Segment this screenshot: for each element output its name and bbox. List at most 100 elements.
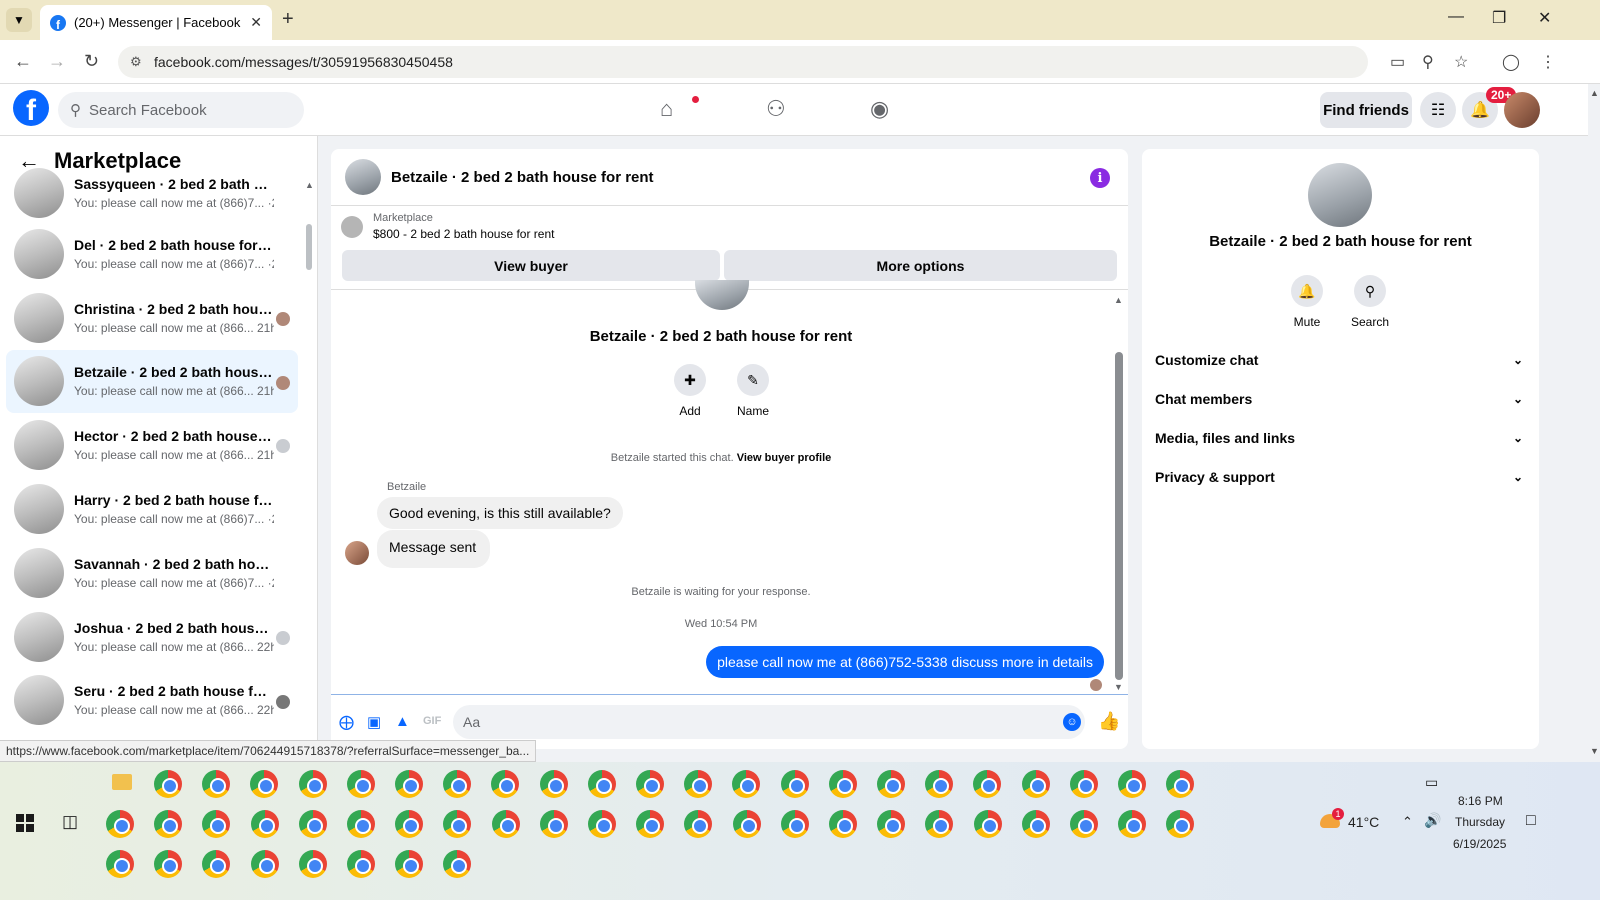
chrome-window-icon[interactable] xyxy=(298,810,327,838)
conversation-item[interactable]: Del · 2 bed 2 bath house for rent You: pl… xyxy=(6,222,298,286)
chrome-window-icon[interactable] xyxy=(346,770,375,798)
chrome-window-icon[interactable] xyxy=(636,770,664,798)
chat-title[interactable]: Betzaile · 2 bed 2 bath house for rent xyxy=(391,169,654,186)
chrome-window-icon[interactable] xyxy=(395,850,424,878)
chrome-window-icon[interactable] xyxy=(154,770,182,798)
chrome-window-icon[interactable] xyxy=(491,810,520,838)
incoming-message-bubble[interactable]: Good evening, is this still available? xyxy=(377,497,623,529)
chrome-window-icon[interactable] xyxy=(491,770,520,798)
chrome-window-icon[interactable] xyxy=(684,810,713,838)
thread-scrollbar[interactable] xyxy=(1115,352,1123,680)
name-chat-button[interactable]: ✎ Name xyxy=(723,364,783,418)
page-scroll-down-icon[interactable]: ▼ xyxy=(1590,746,1599,756)
forward-icon[interactable]: → xyxy=(48,51,66,72)
media-files-links-row[interactable]: Media, files and links ⌄ xyxy=(1155,423,1531,453)
facebook-search-input[interactable]: ⚲ Search Facebook xyxy=(58,92,304,128)
chrome-window-icon[interactable] xyxy=(1021,810,1050,838)
find-friends-button[interactable]: Find friends xyxy=(1320,92,1412,128)
chrome-window-icon[interactable] xyxy=(347,810,375,838)
message-input[interactable]: Aa xyxy=(453,705,1085,739)
conversation-item[interactable]: Joshua · 2 bed 2 bath house f... You: ple… xyxy=(6,605,298,669)
chrome-window-icon[interactable] xyxy=(250,770,279,798)
install-app-icon[interactable]: ▭ xyxy=(1390,52,1405,72)
groups-icon[interactable]: ◉ xyxy=(870,96,889,122)
add-people-button[interactable]: ✚ Add xyxy=(660,364,720,418)
menu-grid-icon[interactable]: ☷ xyxy=(1420,92,1456,128)
chrome-window-icon[interactable] xyxy=(1021,770,1050,798)
more-options-button[interactable]: More options xyxy=(724,250,1117,281)
new-tab-icon[interactable]: + xyxy=(282,8,294,31)
plus-circle-icon[interactable]: ⨁ xyxy=(339,713,354,731)
chrome-window-icon[interactable] xyxy=(202,810,231,838)
chrome-window-icon[interactable] xyxy=(636,810,665,838)
site-settings-icon[interactable]: ⚙ xyxy=(130,54,142,70)
chrome-window-icon[interactable] xyxy=(973,810,1002,838)
close-tab-icon[interactable]: ✕ xyxy=(250,14,262,31)
tab-search-button[interactable]: ▼ xyxy=(6,8,32,32)
conversation-item[interactable]: Christina · 2 bed 2 bath house... You: pl… xyxy=(6,286,298,350)
view-buyer-profile-link[interactable]: View buyer profile xyxy=(737,452,832,464)
chat-avatar[interactable] xyxy=(345,159,381,195)
view-buyer-button[interactable]: View buyer xyxy=(342,250,720,281)
sticker-icon[interactable]: ▲ xyxy=(395,713,410,730)
search-in-chat-button[interactable]: ⚲ Search xyxy=(1340,275,1400,329)
reload-icon[interactable]: ↻ xyxy=(84,51,99,72)
chrome-window-icon[interactable] xyxy=(828,770,857,798)
chrome-window-icon[interactable] xyxy=(780,770,809,798)
conversation-info-icon[interactable]: i xyxy=(1090,168,1110,188)
chrome-window-icon[interactable] xyxy=(877,770,905,798)
chrome-window-icon[interactable] xyxy=(829,810,857,838)
outgoing-message-bubble[interactable]: please call now me at (866)752-5338 disc… xyxy=(706,646,1104,678)
chrome-window-icon[interactable] xyxy=(732,770,761,798)
bookmark-star-icon[interactable]: ☆ xyxy=(1454,52,1468,72)
chrome-window-icon[interactable] xyxy=(1118,810,1147,838)
chrome-window-icon[interactable] xyxy=(732,810,761,838)
notification-center-icon[interactable]: □ xyxy=(1526,812,1536,830)
volume-icon[interactable]: 🔊 xyxy=(1424,812,1441,829)
chrome-window-icon[interactable] xyxy=(1069,770,1098,798)
photo-icon[interactable]: ▣ xyxy=(367,713,381,731)
conversation-item[interactable]: Hector · 2 bed 2 bath house f... You: ple… xyxy=(6,413,298,477)
sidebar-scroll-up-icon[interactable]: ▲ xyxy=(305,180,314,190)
chrome-window-icon[interactable] xyxy=(973,770,1002,798)
chrome-window-icon[interactable] xyxy=(443,810,472,838)
chrome-window-icon[interactable] xyxy=(250,850,279,878)
chrome-window-icon[interactable] xyxy=(202,850,231,878)
account-avatar[interactable] xyxy=(1504,92,1540,128)
chrome-window-icon[interactable] xyxy=(539,810,568,838)
thread-scroll-up-icon[interactable]: ▲ xyxy=(1114,295,1123,305)
conversation-item[interactable]: Sassyqueen · 2 bed 2 bath hous... You: pl… xyxy=(6,164,298,222)
mute-button[interactable]: 🔔 Mute xyxy=(1277,275,1337,329)
chrome-window-icon[interactable] xyxy=(925,810,954,838)
clock-time[interactable]: 8:16 PM xyxy=(1458,794,1503,808)
chrome-window-icon[interactable] xyxy=(1070,810,1098,838)
chrome-window-icon[interactable] xyxy=(395,810,424,838)
chrome-window-icon[interactable] xyxy=(1118,770,1146,798)
minimize-icon[interactable]: — xyxy=(1448,8,1464,26)
restore-icon[interactable]: ❐ xyxy=(1492,8,1506,28)
network-display-icon[interactable]: ▭ xyxy=(1425,774,1438,791)
chrome-window-icon[interactable] xyxy=(539,770,568,798)
chrome-window-icon[interactable] xyxy=(298,770,327,798)
chrome-window-icon[interactable] xyxy=(154,810,183,838)
chrome-window-icon[interactable] xyxy=(684,770,713,798)
chrome-window-icon[interactable] xyxy=(588,810,616,838)
thread-scroll-down-icon[interactable]: ▼ xyxy=(1114,682,1123,692)
privacy-support-row[interactable]: Privacy & support ⌄ xyxy=(1155,462,1531,492)
chrome-window-icon[interactable] xyxy=(395,770,423,798)
browser-menu-icon[interactable]: ⋮ xyxy=(1540,52,1556,72)
incoming-message-bubble[interactable]: Message sent xyxy=(377,530,491,568)
customize-chat-row[interactable]: Customize chat ⌄ xyxy=(1155,345,1531,375)
clock-day[interactable]: Thursday xyxy=(1455,815,1505,829)
thumbs-up-icon[interactable]: 👍 xyxy=(1098,711,1120,732)
chrome-window-icon[interactable] xyxy=(925,770,954,798)
chrome-window-icon[interactable] xyxy=(298,850,327,878)
chrome-window-icon[interactable] xyxy=(587,770,616,798)
page-scroll-up-icon[interactable]: ▲ xyxy=(1590,88,1599,98)
home-icon[interactable]: ⌂ xyxy=(660,96,673,122)
chat-members-row[interactable]: Chat members ⌄ xyxy=(1155,384,1531,414)
chrome-window-icon[interactable] xyxy=(250,810,279,838)
gif-icon[interactable]: GIF xyxy=(423,715,441,727)
facebook-logo-icon[interactable]: f xyxy=(13,90,49,126)
conversation-item[interactable]: Seru · 2 bed 2 bath house for ... You: pl… xyxy=(6,669,298,733)
